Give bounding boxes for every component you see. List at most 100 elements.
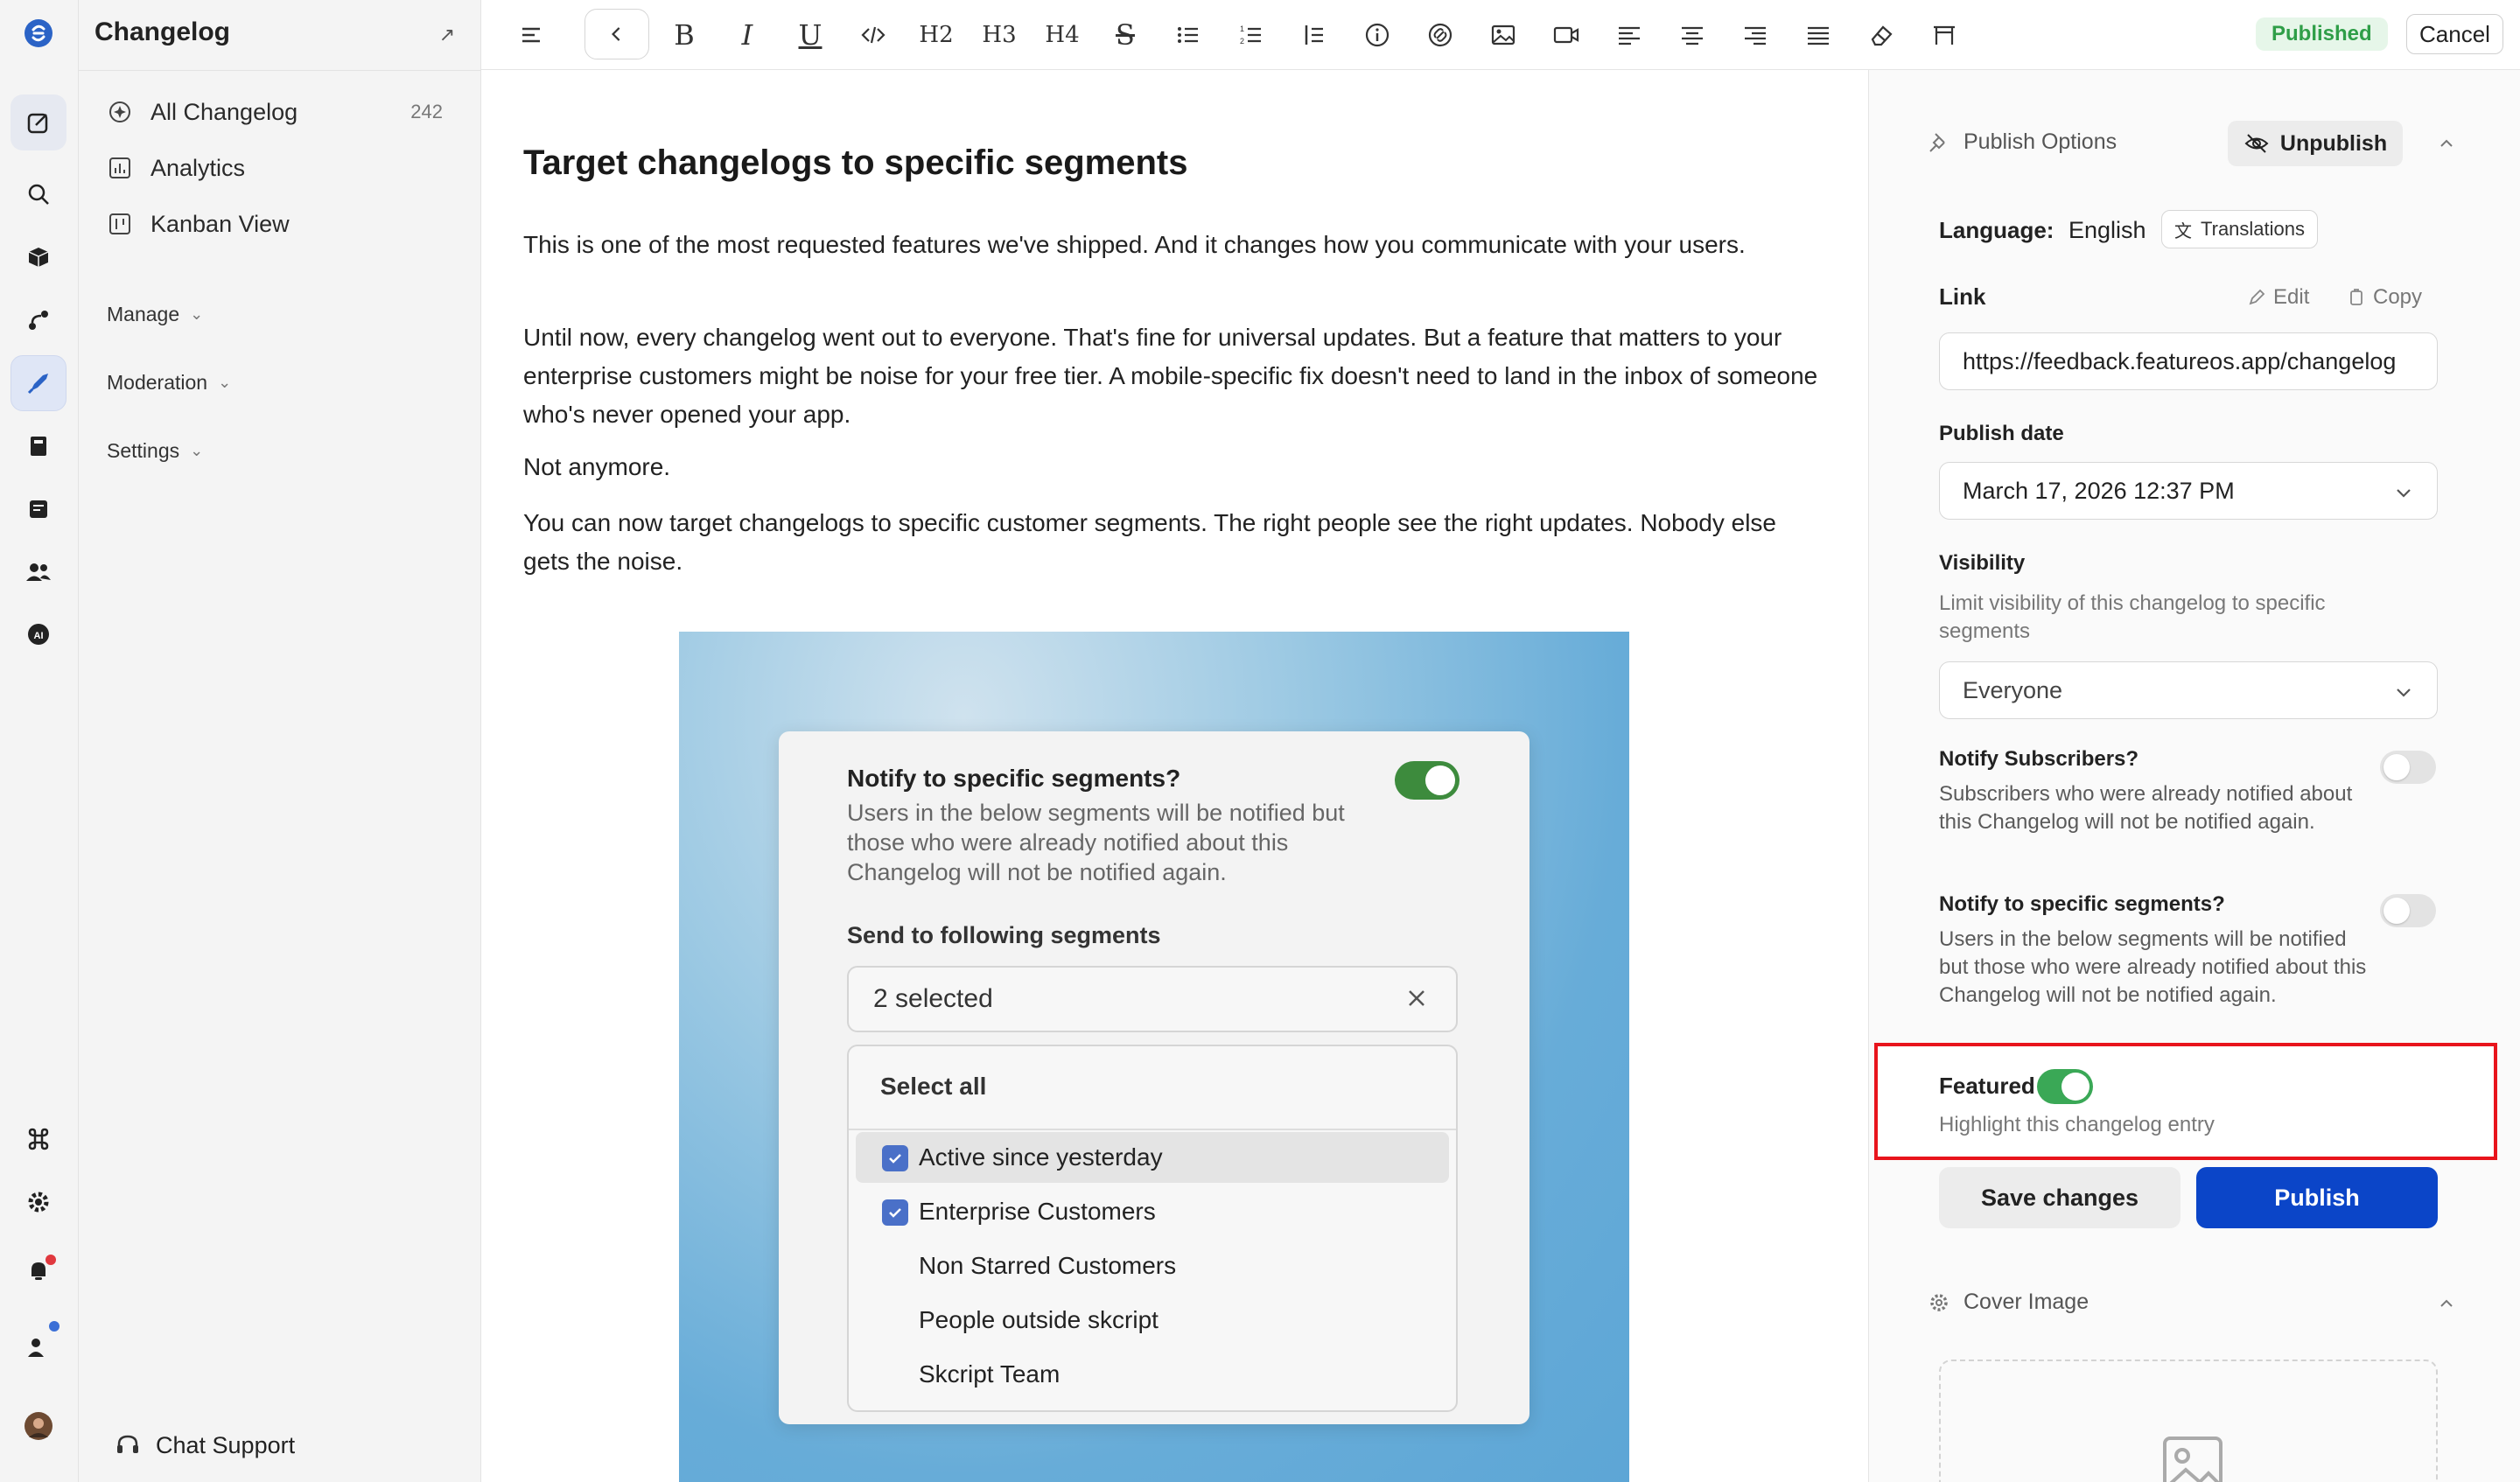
command-icon[interactable] <box>10 1111 66 1167</box>
language-label: Language: <box>1939 217 2054 243</box>
segments-modal-screenshot: Notify to specific segments? Users in th… <box>779 731 1530 1424</box>
heading-3-icon[interactable]: H3 <box>980 16 1018 54</box>
chevron-up-icon[interactable] <box>2434 1291 2459 1316</box>
toggle-outline-icon[interactable] <box>513 16 551 54</box>
gear-icon[interactable] <box>10 1174 66 1230</box>
sidebar-item-kanban-view[interactable]: Kanban View <box>96 199 464 248</box>
group-label: Manage <box>107 303 180 325</box>
roadmap-icon[interactable] <box>10 292 66 348</box>
translate-icon: 文 <box>2174 221 2192 241</box>
editor-canvas[interactable]: Target changelogs to specific segments T… <box>481 70 1868 1482</box>
publish-options-header[interactable]: Publish Options <box>1927 129 2117 155</box>
link-icon[interactable] <box>1421 16 1460 54</box>
notifications-icon[interactable] <box>10 1242 66 1298</box>
code-icon[interactable] <box>854 16 892 54</box>
compose-icon[interactable] <box>10 94 66 150</box>
copy-icon <box>2350 289 2362 305</box>
select-all-option: Select all <box>880 1073 987 1100</box>
hero-image[interactable]: Notify to specific segments? Users in th… <box>679 632 1629 1482</box>
cover-image-dropzone[interactable] <box>1939 1360 2438 1482</box>
notify-subscribers-label: Notify Subscribers? <box>1939 747 2139 771</box>
sidebar-item-analytics[interactable]: Analytics <box>96 143 464 192</box>
chevron-down-icon <box>2397 689 2411 697</box>
notification-dot <box>46 1255 56 1265</box>
blockquote-icon[interactable] <box>1295 16 1334 54</box>
notify-segments-toggle[interactable] <box>2380 894 2436 927</box>
sidebar-group-manage[interactable]: Manage ⌄ <box>107 303 203 326</box>
cancel-button[interactable]: Cancel <box>2406 14 2503 54</box>
strikethrough-icon[interactable]: S <box>1106 16 1144 54</box>
publish-button[interactable]: Publish <box>2196 1167 2438 1228</box>
edit-link-button[interactable]: Edit <box>2247 285 2309 310</box>
italic-icon[interactable]: I <box>728 16 766 54</box>
segment-option: Active since yesterday <box>856 1132 1449 1183</box>
group-label: Settings <box>107 439 180 462</box>
open-external-icon[interactable]: ↗ <box>431 19 463 51</box>
paragraph[interactable]: Not anymore. <box>523 448 1818 486</box>
sidebar-item-label: Analytics <box>150 154 246 181</box>
avatar[interactable] <box>10 1398 66 1454</box>
eraser-icon[interactable] <box>1862 16 1900 54</box>
chevron-down-icon <box>2397 489 2411 498</box>
post-title[interactable]: Target changelogs to specific segments <box>523 143 1187 183</box>
sidebar-item-label: All Changelog <box>150 98 298 125</box>
save-changes-button[interactable]: Save changes <box>1939 1167 2180 1228</box>
notes-icon[interactable] <box>10 481 66 537</box>
chevron-up-icon[interactable] <box>2434 131 2459 156</box>
count-badge: 242 <box>410 101 443 122</box>
headset-icon <box>117 1435 138 1453</box>
info-icon[interactable] <box>1358 16 1396 54</box>
link-input[interactable]: https://feedback.featureos.app/changelog <box>1939 332 2438 390</box>
svg-text:1: 1 <box>1240 24 1244 33</box>
sidebar-group-settings[interactable]: Settings ⌄ <box>107 439 203 463</box>
pencil-icon <box>2249 289 2265 305</box>
table-icon[interactable] <box>1925 16 1964 54</box>
align-left-icon[interactable] <box>1610 16 1648 54</box>
featured-help: Highlight this changelog entry <box>1939 1113 2215 1136</box>
segment-option: People outside skcript <box>856 1295 1449 1346</box>
bullet-list-icon[interactable] <box>1169 16 1208 54</box>
underline-icon[interactable]: U <box>791 16 830 54</box>
translations-button[interactable]: 文 Translations <box>2161 210 2319 248</box>
image-icon[interactable] <box>1484 16 1522 54</box>
numbered-list-icon[interactable]: 12 <box>1232 16 1270 54</box>
heading-2-icon[interactable]: H2 <box>917 16 956 54</box>
users-icon[interactable] <box>10 544 66 600</box>
section-title: Changelog <box>94 17 230 46</box>
align-right-icon[interactable] <box>1736 16 1774 54</box>
bold-icon[interactable]: B <box>665 16 704 54</box>
modal-title: Notify to specific segments? <box>847 765 1181 792</box>
visibility-label: Visibility <box>1939 551 2026 575</box>
ai-chat-icon[interactable]: AI <box>10 607 66 663</box>
copy-link-button[interactable]: Copy <box>2347 285 2422 310</box>
notify-subscribers-toggle[interactable] <box>2380 751 2436 784</box>
video-icon[interactable] <box>1547 16 1586 54</box>
team-icon[interactable] <box>10 1319 66 1375</box>
align-justify-icon[interactable] <box>1799 16 1838 54</box>
sidebar-group-moderation[interactable]: Moderation ⌄ <box>107 371 231 395</box>
visibility-value: Everyone <box>1963 676 2063 703</box>
align-center-icon[interactable] <box>1673 16 1712 54</box>
search-icon[interactable] <box>10 166 66 222</box>
unpublish-button[interactable]: Unpublish <box>2228 121 2403 166</box>
back-button[interactable] <box>584 9 649 59</box>
paragraph[interactable]: You can now target changelogs to specifi… <box>523 504 1818 581</box>
book-icon[interactable] <box>10 418 66 474</box>
featured-toggle[interactable] <box>2037 1069 2093 1104</box>
heading-4-icon[interactable]: H4 <box>1043 16 1082 54</box>
visibility-select[interactable]: Everyone <box>1939 661 2438 719</box>
box-icon[interactable] <box>10 229 66 285</box>
paragraph[interactable]: This is one of the most requested featur… <box>523 226 1818 264</box>
rocket-icon[interactable] <box>10 355 66 411</box>
chat-support-link[interactable]: Chat Support <box>114 1431 295 1459</box>
segment-label: Non Starred Customers <box>919 1252 1177 1279</box>
paragraph[interactable]: Until now, every changelog went out to e… <box>523 318 1818 434</box>
featured-label: Featured <box>1939 1073 2035 1099</box>
section-title: Cover Image <box>1964 1290 2090 1314</box>
gear-icon <box>1930 1293 1948 1311</box>
cover-image-header[interactable]: Cover Image <box>1927 1290 2089 1315</box>
featureos-logo-icon[interactable] <box>10 5 66 61</box>
publish-date-select[interactable]: March 17, 2026 12:37 PM <box>1939 462 2438 520</box>
status-dot <box>49 1321 60 1332</box>
sidebar-item-all-changelog[interactable]: All Changelog 242 <box>96 87 464 136</box>
